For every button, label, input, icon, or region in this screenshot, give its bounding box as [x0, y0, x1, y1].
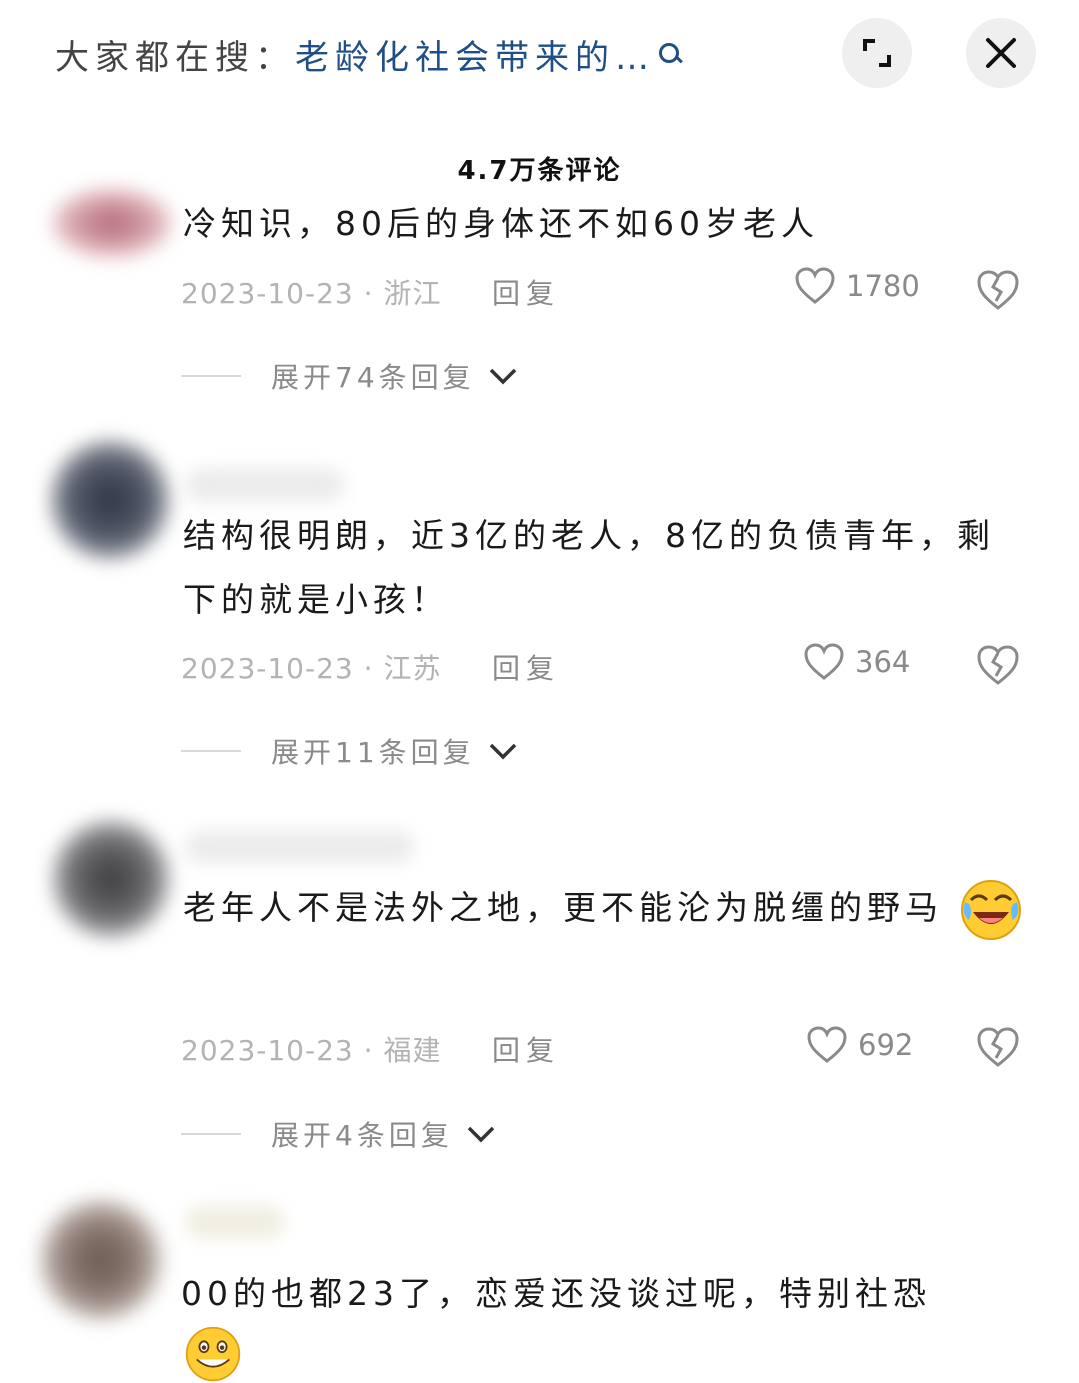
expand-replies-button[interactable]: 展开11条回复: [181, 731, 519, 771]
comment-date: 2023-10-23: [181, 1034, 354, 1067]
divider: [181, 1133, 241, 1135]
comment-text: 结构很明朗，近3亿的老人，8亿的负债青年，剩下的就是小孩！: [183, 516, 995, 619]
like-count: 692: [858, 1028, 914, 1062]
reply-button[interactable]: 回复: [492, 1029, 560, 1069]
expand-replies-button[interactable]: 展开74条回复: [181, 356, 519, 396]
grin-emoji: [185, 1326, 241, 1382]
expand-replies-button[interactable]: 展开4条回复: [181, 1114, 497, 1154]
comment-count: 4.7万条评论: [457, 156, 622, 186]
comment-text: 00的也都23了，恋爱还没谈过呢，特别社恐: [181, 1274, 931, 1313]
expand-replies-label: 展开74条回复: [271, 361, 475, 394]
search-query[interactable]: 老龄化社会带来的…: [295, 30, 655, 79]
comment-date: 2023-10-23: [181, 652, 354, 685]
search-prefix: 大家都在搜：: [55, 37, 295, 78]
broken-heart-icon[interactable]: [976, 268, 1020, 312]
comment-meta: 2023-10-23 · 福建: [181, 1034, 442, 1067]
reply-button[interactable]: 回复: [492, 272, 560, 312]
heart-icon: [795, 267, 835, 304]
laughing-crying-emoji: [960, 879, 1021, 940]
comment-text: 老年人不是法外之地，更不能沦为脱缰的野马: [183, 876, 1023, 942]
expand-icon: [863, 39, 891, 67]
broken-heart-icon[interactable]: [976, 1025, 1020, 1069]
username[interactable]: [185, 830, 415, 864]
divider: [181, 750, 241, 752]
chevron-down-icon: [467, 1126, 495, 1143]
expand-button[interactable]: [842, 18, 912, 88]
expand-replies-label: 展开11条回复: [271, 736, 475, 769]
like-button[interactable]: 692: [806, 1025, 913, 1065]
username[interactable]: [185, 1205, 285, 1239]
chevron-down-icon: [489, 743, 516, 760]
heart-icon: [807, 1026, 847, 1063]
comment-meta: 2023-10-23 · 浙江: [181, 277, 442, 310]
avatar[interactable]: [40, 1200, 162, 1320]
like-button[interactable]: 364: [803, 642, 910, 682]
username[interactable]: [185, 468, 345, 502]
comment-meta: 2023-10-23 · 江苏: [181, 652, 442, 685]
expand-replies-label: 展开4条回复: [271, 1119, 453, 1152]
comment-text: 冷知识，80后的身体还不如60岁老人: [183, 204, 819, 243]
comment-location: 福建: [383, 1034, 442, 1067]
close-button[interactable]: [966, 18, 1036, 88]
search-suggestion[interactable]: 大家都在搜： 老龄化社会带来的…: [55, 28, 683, 80]
avatar[interactable]: [50, 440, 170, 560]
avatar[interactable]: [52, 188, 172, 258]
broken-heart-icon[interactable]: [976, 643, 1020, 687]
like-count: 364: [855, 645, 911, 679]
like-count: 1780: [846, 269, 920, 303]
avatar[interactable]: [52, 820, 170, 938]
reply-button[interactable]: 回复: [492, 647, 560, 687]
comment-date: 2023-10-23: [181, 277, 354, 310]
divider: [181, 375, 241, 377]
close-icon: [986, 38, 1016, 68]
chevron-down-icon: [489, 368, 516, 385]
like-button[interactable]: 1780: [794, 266, 920, 306]
comment-location: 浙江: [383, 277, 442, 310]
search-icon[interactable]: [657, 39, 683, 69]
comment-location: 江苏: [383, 652, 442, 685]
heart-icon: [804, 643, 844, 680]
